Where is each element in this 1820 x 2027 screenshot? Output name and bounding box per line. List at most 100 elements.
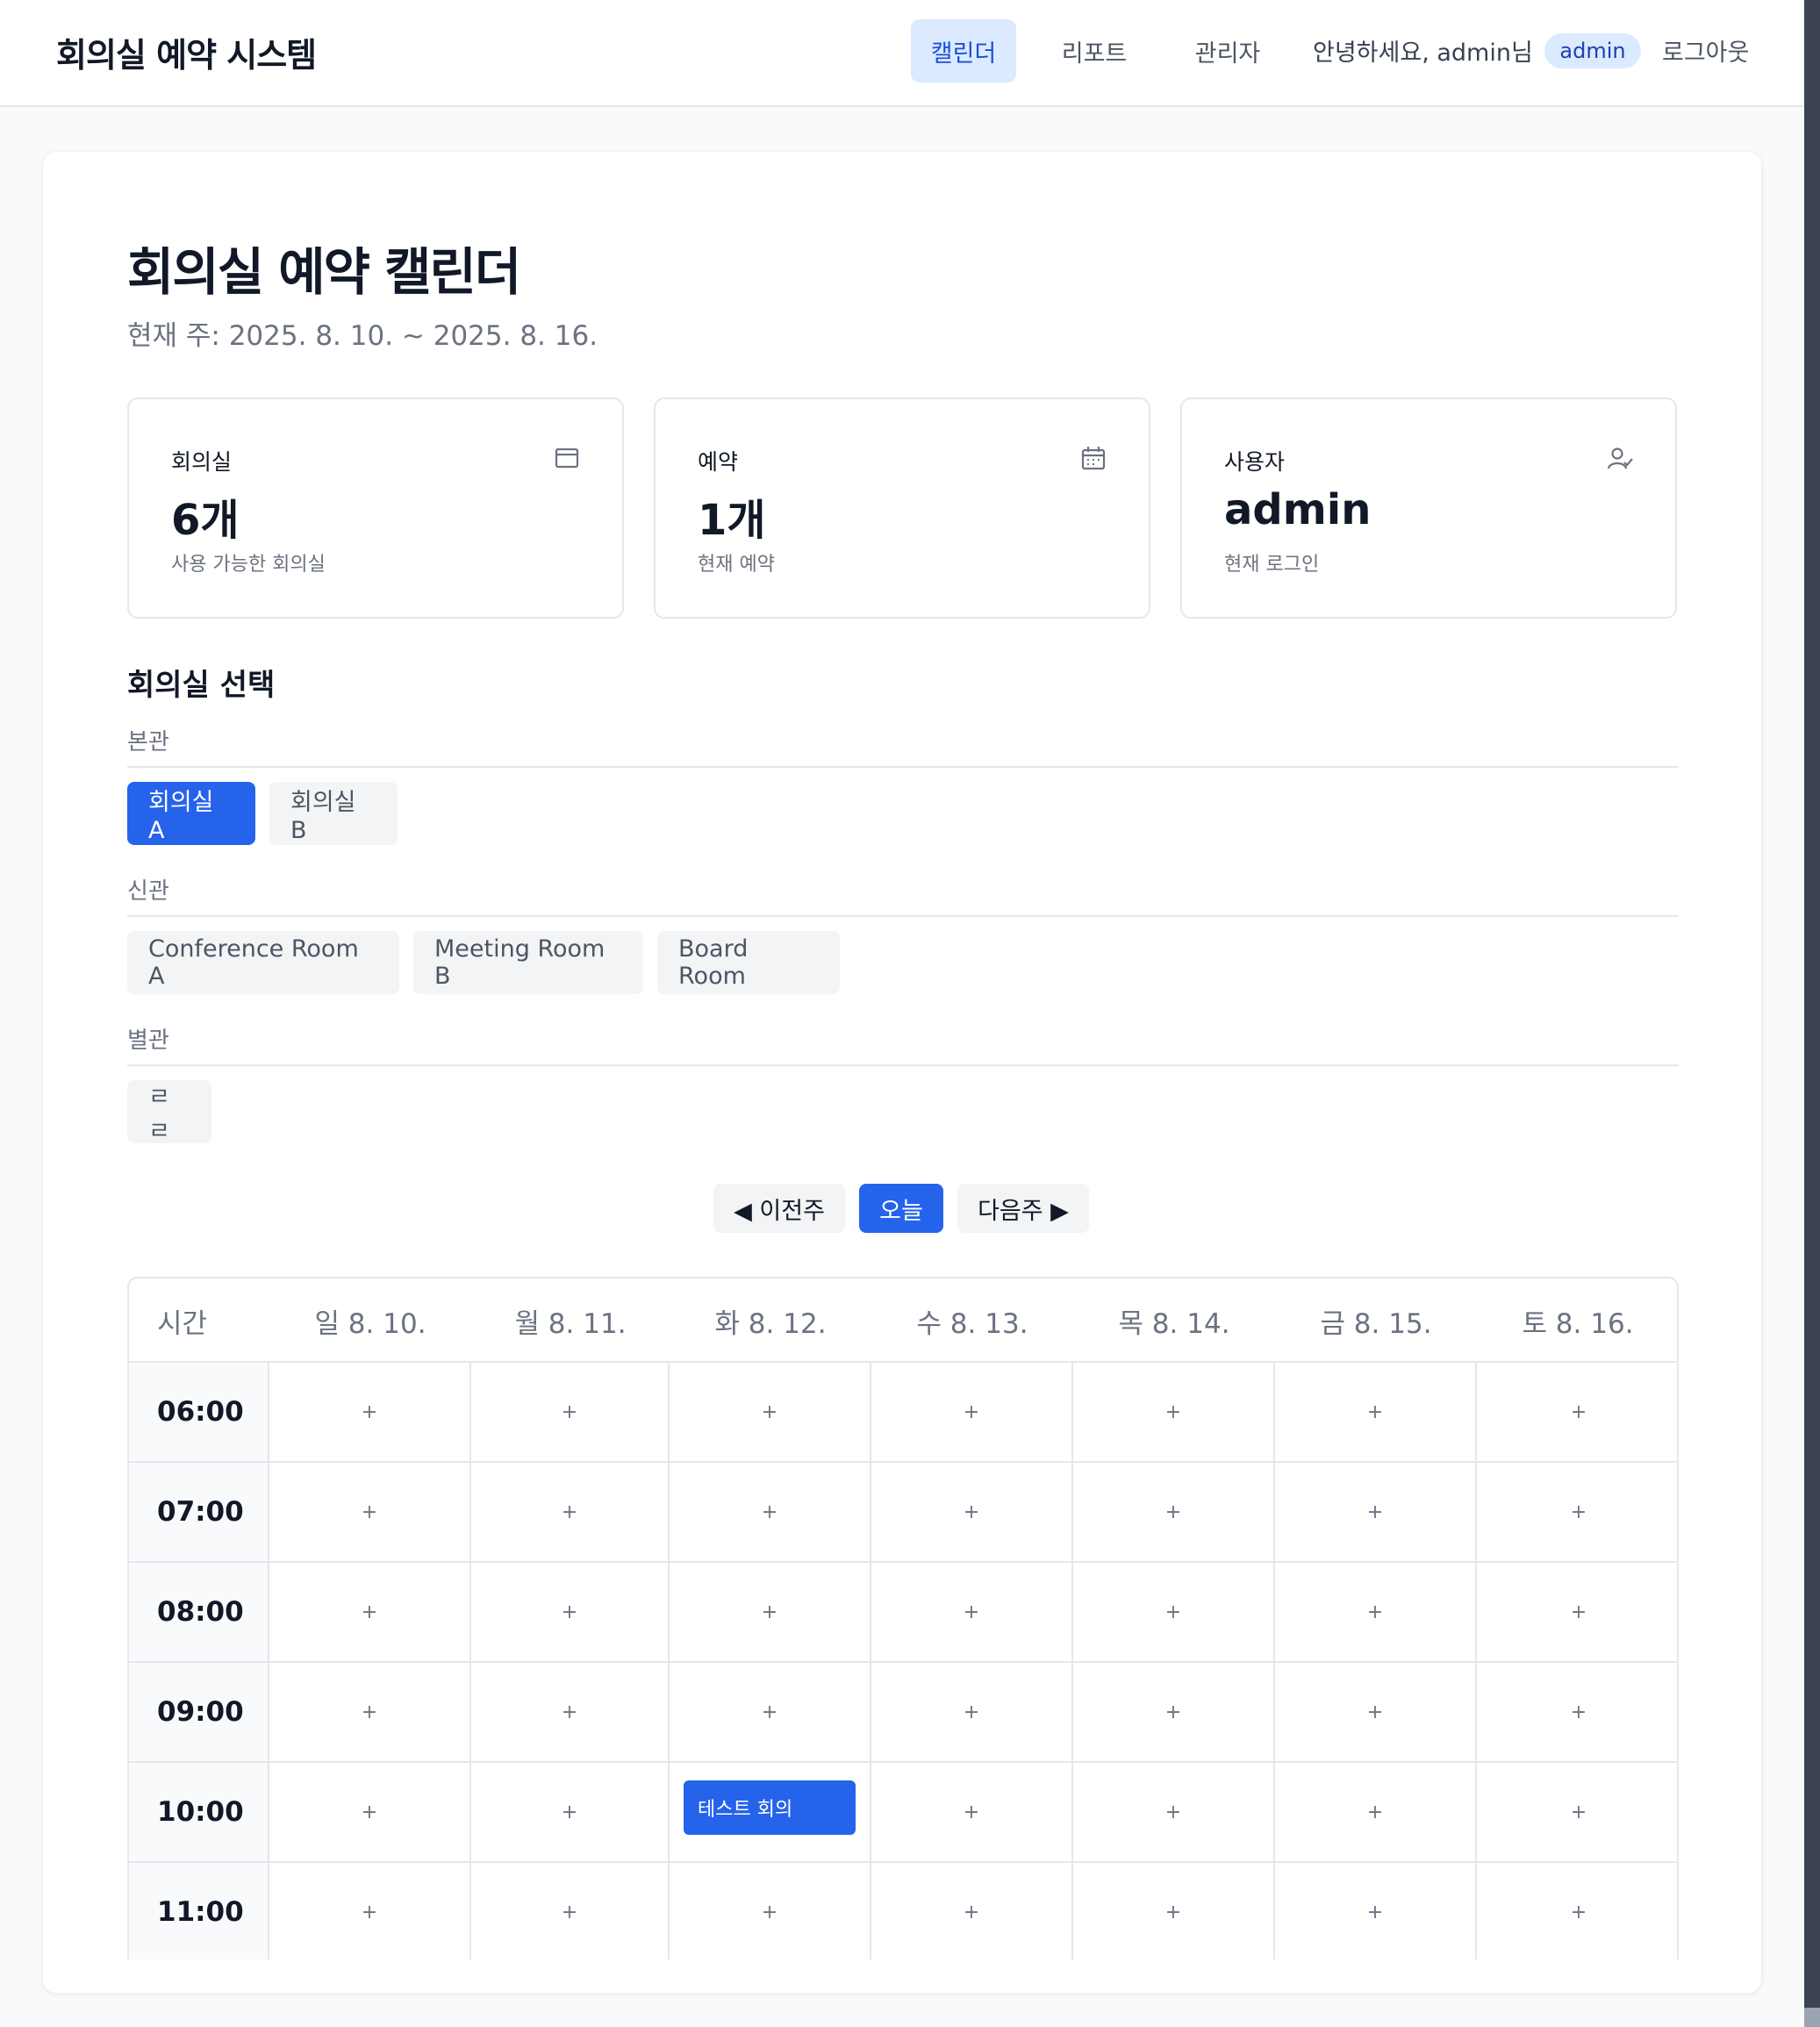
time-slot[interactable]: + (1073, 1463, 1275, 1561)
room-button-meeting-b[interactable]: Meeting Room B (413, 931, 643, 994)
time-slot[interactable]: + (471, 1663, 670, 1761)
time-slot[interactable]: + (871, 1663, 1073, 1761)
time-slot[interactable]: + (1477, 1763, 1677, 1861)
add-reservation-icon: + (1164, 1901, 1182, 1923)
prev-week-button[interactable]: ◀ 이전주 (713, 1184, 845, 1233)
time-label: 06:00 (129, 1363, 269, 1461)
group-label-main: 본관 (127, 729, 169, 756)
time-slot[interactable]: + (1477, 1463, 1677, 1561)
role-badge: admin (1544, 33, 1641, 68)
time-slot[interactable]: + (871, 1863, 1073, 1959)
add-reservation-icon: + (561, 1701, 578, 1723)
time-slot[interactable]: + (1073, 1363, 1275, 1461)
add-reservation-icon: + (1164, 1501, 1182, 1523)
time-slot[interactable]: + (871, 1563, 1073, 1661)
room-button-a[interactable]: 회의실 A (127, 782, 255, 845)
add-reservation-icon: + (1570, 1501, 1587, 1523)
add-reservation-icon: + (1366, 1901, 1384, 1923)
time-slot[interactable]: + (670, 1863, 871, 1959)
group-label-new: 신관 (127, 878, 169, 905)
time-slot[interactable]: + (1477, 1663, 1677, 1761)
add-reservation-icon: + (561, 1601, 578, 1623)
time-slot[interactable]: + (871, 1363, 1073, 1461)
window-edge (1804, 0, 1820, 2027)
time-slot[interactable]: + (269, 1563, 471, 1661)
time-slot[interactable]: + (1275, 1563, 1477, 1661)
add-reservation-icon: + (1366, 1801, 1384, 1823)
add-reservation-icon: + (561, 1501, 578, 1523)
add-reservation-icon: + (1366, 1400, 1384, 1423)
time-slot[interactable]: + (471, 1463, 670, 1561)
nav-admin[interactable]: 관리자 (1172, 19, 1283, 82)
time-slot[interactable]: + (871, 1763, 1073, 1861)
main-nav: 캘린더 리포트 관리자 (911, 19, 1306, 82)
time-slot[interactable]: + (1477, 1563, 1677, 1661)
time-slot[interactable]: + (1073, 1863, 1275, 1959)
time-slot[interactable]: + (670, 1363, 871, 1461)
reservation-event[interactable]: 테스트 회의 (684, 1780, 856, 1835)
time-slot[interactable]: + (1275, 1363, 1477, 1461)
room-button-conference-a[interactable]: Conference Room A (127, 931, 399, 994)
nav-calendar[interactable]: 캘린더 (911, 19, 1016, 82)
time-slot[interactable]: + (1477, 1863, 1677, 1959)
time-slot[interactable]: + (1073, 1763, 1275, 1861)
calendar-row: 07:00 + + + + + + + (129, 1463, 1677, 1563)
current-week-label: 현재 주: 2025. 8. 10. ~ 2025. 8. 16. (127, 320, 598, 352)
time-slot[interactable]: + (471, 1363, 670, 1461)
room-button-b[interactable]: 회의실 B (269, 782, 398, 845)
room-button-board[interactable]: Board Room (657, 931, 840, 994)
time-slot[interactable]: + (269, 1363, 471, 1461)
add-reservation-icon: + (963, 1701, 980, 1723)
brand-title[interactable]: 회의실 예약 시스템 (56, 28, 317, 76)
stat-label: 회의실 (171, 449, 233, 475)
time-slot[interactable]: + (670, 1663, 871, 1761)
top-header: 회의실 예약 시스템 캘린더 리포트 관리자 안녕하세요, admin님 adm… (0, 0, 1804, 107)
time-slot[interactable]: + (670, 1463, 871, 1561)
time-slot[interactable]: + (269, 1463, 471, 1561)
day-header-wed: 수 8. 13. (916, 1307, 1028, 1340)
time-slot[interactable]: + (1073, 1663, 1275, 1761)
divider (127, 766, 1679, 768)
time-slot[interactable]: + (1477, 1363, 1677, 1461)
add-reservation-icon: + (761, 1501, 778, 1523)
day-header-sun: 일 8. 10. (314, 1307, 426, 1340)
user-check-icon (1607, 448, 1633, 469)
add-reservation-icon: + (963, 1400, 980, 1423)
add-reservation-icon: + (561, 1801, 578, 1823)
time-slot[interactable]: + (1275, 1663, 1477, 1761)
time-slot[interactable]: + (1275, 1463, 1477, 1561)
time-slot[interactable]: + (269, 1663, 471, 1761)
time-slot[interactable]: + (471, 1863, 670, 1959)
room-row-annex: ㄹㄹ (127, 1080, 226, 1145)
divider (127, 1064, 1679, 1066)
time-slot[interactable]: + (269, 1763, 471, 1861)
time-slot[interactable]: + (1073, 1563, 1275, 1661)
week-navigation: ◀ 이전주 오늘 다음주 ▶ (713, 1184, 1103, 1233)
group-label-annex: 별관 (127, 1028, 169, 1054)
room-button-annex[interactable]: ㄹㄹ (127, 1080, 211, 1145)
calendar-row: 08:00 + + + + + + + (129, 1563, 1677, 1663)
time-slot[interactable]: + (471, 1563, 670, 1661)
next-week-button[interactable]: 다음주 ▶ (957, 1184, 1089, 1233)
time-slot[interactable]: + (1275, 1863, 1477, 1959)
logout-link[interactable]: 로그아웃 (1662, 33, 1749, 68)
time-slot[interactable]: + (670, 1563, 871, 1661)
stat-desc: 사용 가능한 회의실 (171, 554, 326, 576)
add-reservation-icon: + (761, 1601, 778, 1623)
time-slot[interactable]: + (871, 1463, 1073, 1561)
add-reservation-icon: + (561, 1901, 578, 1923)
today-button[interactable]: 오늘 (859, 1184, 943, 1233)
nav-report[interactable]: 리포트 (1039, 19, 1150, 82)
time-column-header: 시간 (157, 1307, 208, 1340)
add-reservation-icon: + (761, 1701, 778, 1723)
time-slot[interactable]: 테스트 회의 (670, 1763, 871, 1861)
time-slot[interactable]: + (471, 1763, 670, 1861)
add-reservation-icon: + (963, 1901, 980, 1923)
stat-value: admin (1224, 485, 1372, 534)
time-slot[interactable]: + (1275, 1763, 1477, 1861)
stat-label: 예약 (698, 449, 739, 475)
add-reservation-icon: + (1164, 1601, 1182, 1623)
add-reservation-icon: + (1366, 1601, 1384, 1623)
time-slot[interactable]: + (269, 1863, 471, 1959)
stat-desc: 현재 로그인 (1224, 554, 1320, 576)
